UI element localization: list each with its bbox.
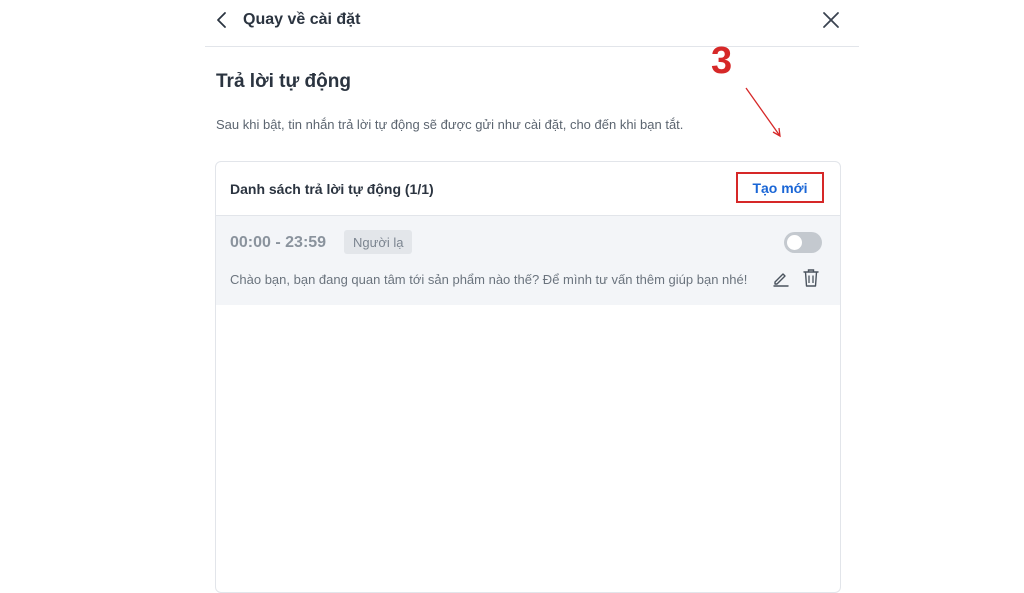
create-new-button[interactable]: Tạo mới bbox=[736, 172, 824, 203]
time-range: 00:00 - 23:59 bbox=[230, 234, 327, 251]
page-title: Trả lời tự động bbox=[216, 71, 351, 92]
trash-icon[interactable] bbox=[802, 268, 820, 288]
annotation-arrow bbox=[745, 87, 781, 138]
page-description: Sau khi bật, tin nhắn trả lời tự động sẽ… bbox=[216, 117, 684, 132]
back-label: Quay về cài đặt bbox=[243, 11, 361, 28]
close-icon[interactable] bbox=[821, 10, 841, 30]
pencil-icon[interactable] bbox=[772, 269, 790, 287]
top-bar: Quay về cài đặt bbox=[205, 0, 859, 47]
toggle-knob bbox=[787, 235, 802, 250]
auto-reply-list-card: Danh sách trả lời tự động (1/1) Tạo mới … bbox=[215, 161, 841, 593]
list-header: Danh sách trả lời tự động (1/1) Tạo mới bbox=[216, 162, 840, 216]
chevron-left-icon bbox=[215, 10, 229, 30]
enable-toggle[interactable] bbox=[784, 232, 822, 253]
list-item[interactable]: 00:00 - 23:59 Người lạ Chào bạn, bạn đan… bbox=[216, 216, 840, 305]
step-number-annotation: 3 bbox=[711, 40, 733, 82]
list-title: Danh sách trả lời tự động (1/1) bbox=[230, 181, 434, 197]
reply-message: Chào bạn, bạn đang quan tâm tới sản phẩm… bbox=[230, 272, 748, 287]
back-to-settings-button[interactable]: Quay về cài đặt bbox=[215, 8, 360, 32]
audience-badge: Người lạ bbox=[344, 230, 413, 254]
